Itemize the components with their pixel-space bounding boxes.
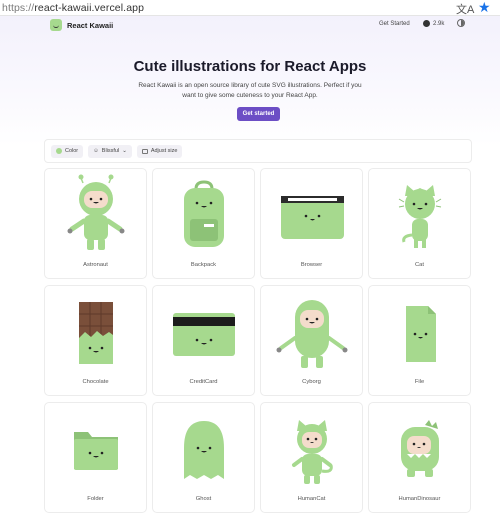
card-file[interactable]: File [368, 285, 471, 396]
page: React Kawaii Get Started 2.9k Cute illus… [0, 16, 500, 514]
card-chocolate[interactable]: Chocolate [44, 285, 147, 396]
cyborg-illustration [276, 300, 348, 368]
get-started-link[interactable]: Get Started [379, 21, 410, 27]
bookmark-star-icon[interactable]: ★ [478, 0, 491, 16]
cat-illustration [398, 185, 442, 248]
mood-icon: ☺ [93, 148, 99, 154]
card-label: HumanDinosaur [398, 496, 441, 502]
mood-select[interactable]: ☺ Blissful ⌄ [88, 144, 132, 158]
card-label: Cyborg [302, 379, 321, 385]
page-title: Cute illustrations for React Apps [133, 58, 367, 75]
color-picker-button[interactable]: Color [51, 144, 84, 158]
card-cyborg[interactable]: Cyborg [260, 285, 363, 396]
brand[interactable]: React Kawaii [50, 19, 113, 31]
github-icon [423, 20, 430, 27]
github-link[interactable]: 2.9k [423, 20, 444, 27]
card-label: Ghost [195, 496, 212, 502]
url-host: react-kawaii.vercel.app [34, 1, 145, 14]
brand-name: React Kawaii [67, 20, 114, 30]
chocolate-illustration [79, 302, 113, 364]
card-label: Backpack [190, 262, 217, 268]
theme-toggle-icon[interactable] [457, 19, 465, 27]
card-label: Astronaut [83, 262, 108, 268]
card-label: File [414, 379, 425, 385]
hero-subtitle: React Kawaii is an open source library o… [138, 82, 362, 99]
folder-illustration [74, 432, 118, 470]
browser-illustration [281, 196, 344, 239]
get-started-button[interactable]: Get started [237, 107, 280, 121]
creditcard-illustration [173, 313, 235, 356]
color-label: Color [65, 148, 79, 154]
backpack-illustration [184, 180, 224, 247]
url-text[interactable]: https://react-kawaii.vercel.app [2, 2, 144, 14]
humancat-illustration [292, 420, 333, 484]
top-nav: React Kawaii Get Started 2.9k [0, 16, 500, 38]
card-label: HumanCat [297, 496, 326, 502]
humandinosaur-illustration [401, 420, 439, 477]
browser-address-bar[interactable]: https://react-kawaii.vercel.app 文A ★ [0, 0, 500, 16]
card-backpack[interactable]: Backpack [152, 168, 255, 279]
resize-icon [141, 148, 148, 154]
chevron-down-icon: ⌄ [122, 148, 127, 154]
card-label: Folder [87, 496, 104, 502]
mood-label: Blissful [101, 148, 120, 154]
customization-toolbar: Color ☺ Blissful ⌄ Adjust size [44, 139, 472, 163]
github-stars-count: 2.9k [433, 20, 445, 27]
card-humandinosaur[interactable]: HumanDinosaur [368, 402, 471, 513]
adjust-size-button[interactable]: Adjust size [136, 144, 183, 158]
card-label: Chocolate [82, 379, 109, 385]
card-browser[interactable]: Browser [260, 168, 363, 279]
url-protocol: https:// [2, 1, 35, 14]
ghost-illustration [184, 421, 224, 479]
card-creditcard[interactable]: CreditCard [152, 285, 255, 396]
card-label: Cat [414, 262, 425, 268]
card-astronaut[interactable]: Astronaut [44, 168, 147, 279]
file-illustration [406, 306, 436, 362]
card-ghost[interactable]: Ghost [152, 402, 255, 513]
card-humancat[interactable]: HumanCat [260, 402, 363, 513]
card-folder[interactable]: Folder [44, 402, 147, 513]
color-swatch [56, 148, 62, 154]
card-label: Browser [300, 262, 323, 268]
card-cat[interactable]: Cat [368, 168, 471, 279]
translate-icon[interactable]: 文A [456, 1, 474, 17]
kawaii-logo-icon [50, 19, 62, 31]
size-label: Adjust size [150, 148, 178, 154]
astronaut-illustration [67, 174, 125, 250]
card-label: CreditCard [189, 379, 218, 385]
